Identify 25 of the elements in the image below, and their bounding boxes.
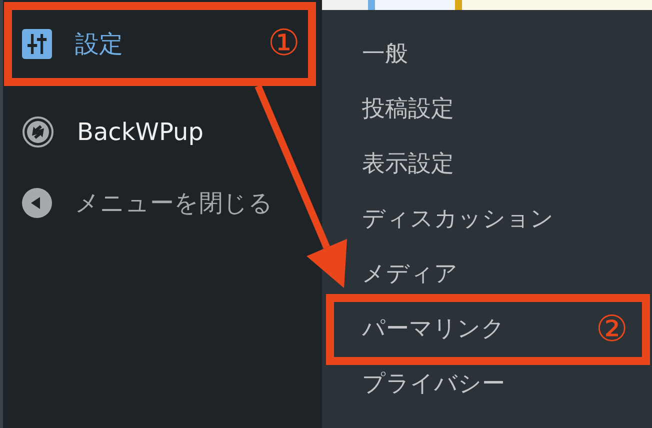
menu-label: パーマリンク <box>362 315 505 344</box>
menu-label: 一般 <box>362 40 408 70</box>
menu-label: ディスカッション <box>362 205 554 234</box>
submenu-item[interactable]: パーマリンク ② <box>334 302 642 357</box>
submenu-item[interactable]: 一般 <box>352 27 642 82</box>
submenu-item[interactable]: ディスカッション <box>352 192 642 247</box>
menu-label: メディア <box>362 260 458 290</box>
menu-label: 設定 <box>75 29 123 60</box>
menu-label: プライバシー <box>362 370 505 400</box>
submenu-item[interactable]: プライバシー <box>352 357 642 412</box>
callout-number: ① <box>268 26 300 62</box>
sidebar-menu-item[interactable]: メニューを閉じる <box>12 175 282 231</box>
menu-label: 表示設定 <box>362 150 454 180</box>
sync-arrows-icon <box>22 116 54 148</box>
sidebar-menu-item[interactable]: 設定 ① <box>12 10 308 78</box>
callout-number: ② <box>596 312 628 348</box>
settings-icon <box>22 29 52 59</box>
submenu-item[interactable]: 投稿設定 <box>352 82 642 137</box>
menu-label: BackWPup <box>77 117 204 148</box>
submenu-item[interactable]: メディア <box>352 247 642 302</box>
sidebar-menu-item[interactable]: BackWPup <box>12 104 282 160</box>
collapse-icon <box>22 188 52 218</box>
menu-label: メニューを閉じる <box>75 188 273 219</box>
menu-label: 投稿設定 <box>362 95 454 124</box>
submenu-item[interactable]: 表示設定 <box>352 137 642 192</box>
